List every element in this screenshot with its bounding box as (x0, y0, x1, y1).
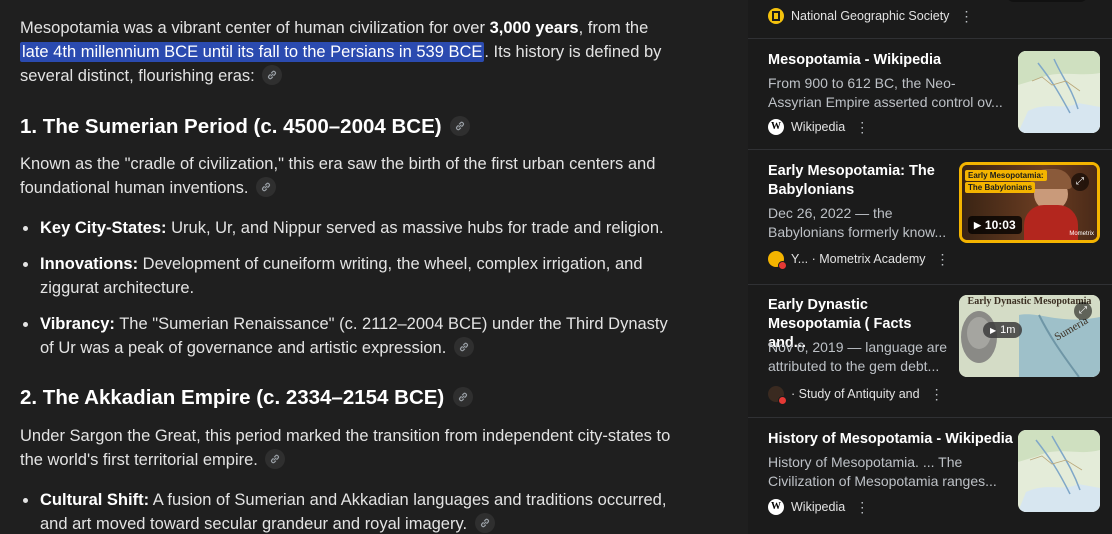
section-heading-text: 2. The Akkadian Empire (c. 2334–2154 BCE… (20, 386, 445, 409)
source-name: Wikipedia (791, 500, 846, 514)
play-icon: ▶ (990, 325, 997, 335)
more-options-icon[interactable]: ⋮ (930, 387, 944, 401)
section-description: Under Sargon the Great, this period mark… (20, 424, 680, 472)
result-snippet: From 900 to 612 BC, the Neo-Assyrian Emp… (768, 75, 1003, 110)
map-thumbnail[interactable] (1018, 430, 1100, 512)
bullet-dot (23, 322, 28, 327)
source-name: Wikipedia (791, 120, 846, 134)
wikipedia-favicon-icon: W (768, 119, 784, 135)
bullet-dot (23, 498, 28, 503)
source-name: National Geographic Society (791, 9, 950, 23)
duration-badge: ▶ 1m (983, 322, 1023, 338)
result-card[interactable]: Early Mesopotamia: The Babylonians Dec 2… (748, 150, 1112, 285)
result-card[interactable]: Early Dynastic Mesopotamia ( Facts and..… (748, 285, 1112, 418)
intro-text: Mesopotamia was a vibrant center of huma… (20, 19, 490, 37)
video-thumbnail[interactable]: Early Mesopotamia: The Babylonians Momet… (959, 162, 1100, 243)
source-link-icon[interactable] (453, 336, 474, 357)
result-source: National Geographic Society ⋮ (768, 7, 973, 25)
thumbnail-caption: The Babylonians (965, 182, 1036, 193)
more-options-icon[interactable]: ⋮ (855, 120, 869, 134)
list-item: Key City-States: Uruk, Ur, and Nippur se… (20, 216, 680, 240)
section-description-text: Under Sargon the Great, this period mark… (20, 427, 671, 469)
source-link-icon[interactable] (450, 115, 471, 136)
source-name: · Study of Antiquity and (791, 387, 920, 401)
section-heading-text: 1. The Sumerian Period (c. 4500–2004 BCE… (20, 115, 442, 138)
bullet-dot (23, 226, 28, 231)
duration-text: 10:03 (984, 218, 1016, 232)
play-icon: ▶ (974, 219, 981, 230)
source-link-icon[interactable] (262, 64, 283, 85)
thumbnail-brand: Mometrix (1069, 231, 1094, 237)
intro-paragraph: Mesopotamia was a vibrant center of huma… (20, 16, 680, 88)
bullet-label: Key City-States: (40, 219, 167, 237)
ai-overview-panel: Mesopotamia was a vibrant center of huma… (0, 0, 748, 534)
duration-text: 1m (1000, 324, 1016, 336)
video-thumbnail[interactable]: Early Dynastic Mesopotamia Sumeria ▶ 1m ⤢ (959, 295, 1100, 377)
expand-icon[interactable]: ⤢ (1071, 173, 1089, 191)
bullet-label: Vibrancy: (40, 315, 115, 333)
source-link-icon[interactable] (265, 448, 286, 469)
natgeo-favicon-icon (768, 8, 784, 24)
intro-text-mid: , from the (578, 19, 649, 37)
section-heading-sumerian: 1. The Sumerian Period (c. 4500–2004 BCE… (20, 113, 471, 141)
source-link-icon[interactable] (474, 512, 495, 533)
channel-avatar-icon (768, 251, 787, 270)
duration-badge: ▶ 10:03 (968, 216, 1022, 234)
bullet-label: Cultural Shift: (40, 491, 150, 509)
section-description-text: Known as the "cradle of civilization," t… (20, 155, 656, 197)
more-options-icon[interactable]: ⋮ (855, 500, 869, 514)
wikipedia-favicon-icon: W (768, 499, 784, 515)
source-name: Y... · Mometrix Academy (791, 252, 926, 266)
list-item: Cultural Shift: A fusion of Sumerian and… (20, 488, 680, 534)
result-snippet: History of Mesopotamia. ... The Civiliza… (768, 454, 997, 489)
result-card-partial[interactable]: National Geographic Society ⋮ (748, 0, 1112, 39)
result-snippet: Dec 26, 2022 — the Babylonians formerly … (768, 205, 947, 240)
bullet-text: Uruk, Ur, and Nippur served as massive h… (166, 219, 664, 237)
result-card[interactable]: History of Mesopotamia - Wikipedia Histo… (748, 418, 1112, 534)
expand-icon[interactable]: ⤢ (1074, 302, 1092, 320)
result-source: W Wikipedia ⋮ (768, 118, 869, 136)
result-source: W Wikipedia ⋮ (768, 498, 869, 516)
section-heading-akkadian: 2. The Akkadian Empire (c. 2334–2154 BCE… (20, 384, 473, 412)
source-link-icon[interactable] (452, 386, 473, 407)
channel-avatar-icon (768, 386, 787, 405)
source-link-icon[interactable] (256, 176, 277, 197)
bullet-label: Innovations: (40, 255, 139, 273)
result-card[interactable]: Mesopotamia - Wikipedia From 900 to 612 … (748, 39, 1112, 150)
result-source: Y... · Mometrix Academy ⋮ (768, 250, 950, 270)
result-source: · Study of Antiquity and ⋮ (768, 385, 944, 405)
more-options-icon[interactable]: ⋮ (959, 9, 973, 23)
result-title[interactable]: Early Mesopotamia: The Babylonians (768, 162, 948, 200)
thumbnail-caption: Early Mesopotamia: (965, 170, 1047, 181)
list-item: Vibrancy: The "Sumerian Renaissance" (c.… (20, 312, 680, 360)
thumbnail-partial (1006, 0, 1088, 2)
more-options-icon[interactable]: ⋮ (936, 252, 950, 266)
map-thumbnail[interactable] (1018, 51, 1100, 133)
result-title[interactable]: History of Mesopotamia - Wikipedia (768, 430, 1018, 449)
result-title[interactable]: Mesopotamia - Wikipedia (768, 51, 988, 70)
list-item: Innovations: Development of cuneiform wr… (20, 252, 680, 300)
bullet-text: The "Sumerian Renaissance" (c. 2112–2004… (40, 315, 668, 357)
source-results-sidebar: National Geographic Society ⋮ Mesopotami… (748, 0, 1112, 534)
section-description: Known as the "cradle of civilization," t… (20, 152, 680, 200)
bullet-dot (23, 262, 28, 267)
result-snippet: Nov 6, 2019 — language are attributed to… (768, 339, 948, 374)
highlighted-span[interactable]: late 4th millennium BCE until its fall t… (20, 42, 485, 62)
intro-emphasis: 3,000 years (489, 19, 579, 37)
